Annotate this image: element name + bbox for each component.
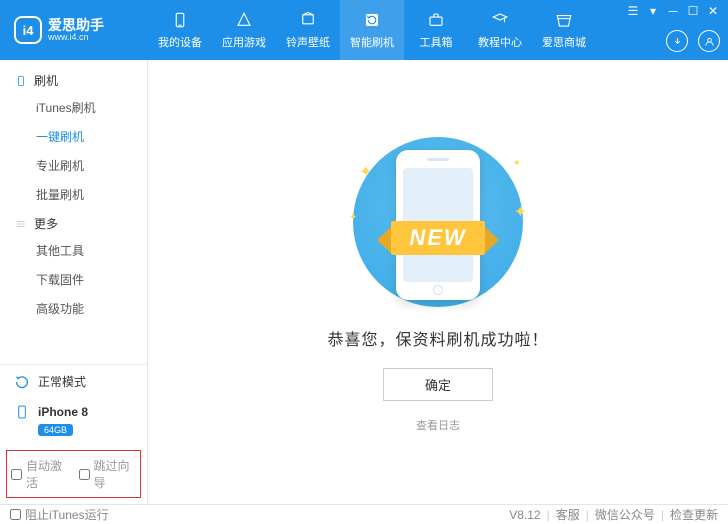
tutorial-icon bbox=[490, 10, 510, 30]
logo[interactable]: i4 爱思助手 www.i4.cn bbox=[0, 16, 148, 44]
sidebar-bottom: 正常模式 iPhone 8 64GB 自动激活 跳过向导 bbox=[0, 364, 147, 504]
sidebar-group-more[interactable]: 更多 bbox=[0, 209, 147, 236]
nav-flash-label: 智能刷机 bbox=[350, 34, 394, 50]
nav-tutorial[interactable]: 教程中心 bbox=[468, 0, 532, 60]
nav-device[interactable]: 我的设备 bbox=[148, 0, 212, 60]
flash-icon bbox=[362, 10, 382, 30]
nav-mall-label: 爱思商城 bbox=[542, 34, 586, 50]
ribbon-text: NEW bbox=[391, 221, 484, 255]
top-nav: 我的设备 应用游戏 铃声壁纸 智能刷机 工具箱 教程中心 爱思商城 bbox=[148, 0, 596, 60]
apps-icon bbox=[234, 10, 254, 30]
nav-flash[interactable]: 智能刷机 bbox=[340, 0, 404, 60]
device-mode-row[interactable]: 正常模式 bbox=[0, 365, 147, 398]
device-row[interactable]: iPhone 8 64GB bbox=[0, 398, 147, 446]
skip-wizard-label: 跳过向导 bbox=[94, 457, 137, 491]
minimize-button[interactable]: ─ bbox=[664, 4, 682, 18]
sparkle-icon: ✦ bbox=[359, 162, 372, 182]
success-message: 恭喜您，保资料刷机成功啦！ bbox=[327, 326, 548, 350]
sidebar-item-advanced[interactable]: 高级功能 bbox=[0, 294, 147, 323]
header-right bbox=[666, 30, 720, 52]
nav-tutorial-label: 教程中心 bbox=[478, 34, 522, 50]
device-name-label: iPhone 8 bbox=[38, 405, 88, 419]
success-illustration: ✦ ✦ ✦ ✦ NEW bbox=[323, 132, 553, 312]
sidebar-group-label: 更多 bbox=[34, 215, 58, 232]
pin-icon[interactable]: ▾ bbox=[644, 4, 662, 18]
footer: 阻止iTunes运行 V8.12 | 客服 | 微信公众号 | 检查更新 bbox=[0, 504, 728, 524]
sidebar-item-batch-flash[interactable]: 批量刷机 bbox=[0, 180, 147, 209]
toolbox-icon bbox=[426, 10, 446, 30]
device-icon bbox=[170, 10, 190, 30]
auto-activate-checkbox[interactable]: 自动激活 bbox=[11, 457, 69, 491]
sidebar-group-flash[interactable]: 刷机 bbox=[0, 66, 147, 93]
phone-icon bbox=[14, 74, 28, 88]
window-controls: ☰ ▾ ─ ☐ ✕ bbox=[624, 4, 722, 18]
sidebar-item-other-tools[interactable]: 其他工具 bbox=[0, 236, 147, 265]
view-log-link[interactable]: 查看日志 bbox=[416, 417, 460, 433]
nav-mall[interactable]: 爱思商城 bbox=[532, 0, 596, 60]
list-icon bbox=[14, 217, 28, 231]
version-label: V8.12 bbox=[509, 508, 540, 522]
maximize-button[interactable]: ☐ bbox=[684, 4, 702, 18]
auto-activate-label: 自动激活 bbox=[26, 457, 69, 491]
nav-toolbox[interactable]: 工具箱 bbox=[404, 0, 468, 60]
support-link[interactable]: 客服 bbox=[556, 506, 580, 523]
device-storage-badge: 64GB bbox=[38, 424, 73, 436]
ringtone-icon bbox=[298, 10, 318, 30]
device-phone-icon bbox=[14, 404, 30, 420]
block-itunes-checkbox[interactable]: 阻止iTunes运行 bbox=[10, 506, 109, 523]
user-button[interactable] bbox=[698, 30, 720, 52]
logo-title: 爱思助手 bbox=[48, 18, 104, 32]
nav-ringtone[interactable]: 铃声壁纸 bbox=[276, 0, 340, 60]
sidebar-item-itunes-flash[interactable]: iTunes刷机 bbox=[0, 93, 147, 122]
nav-device-label: 我的设备 bbox=[158, 34, 202, 50]
refresh-icon bbox=[14, 374, 30, 390]
block-itunes-label: 阻止iTunes运行 bbox=[25, 506, 109, 523]
sparkle-icon: ✦ bbox=[513, 158, 521, 169]
device-mode-label: 正常模式 bbox=[38, 373, 86, 390]
download-button[interactable] bbox=[666, 30, 688, 52]
close-button[interactable]: ✕ bbox=[704, 4, 722, 18]
logo-badge-icon: i4 bbox=[14, 16, 42, 44]
nav-apps-label: 应用游戏 bbox=[222, 34, 266, 50]
sidebar-item-oneclick-flash[interactable]: 一键刷机 bbox=[0, 122, 147, 151]
nav-ringtone-label: 铃声壁纸 bbox=[286, 34, 330, 50]
check-update-link[interactable]: 检查更新 bbox=[670, 506, 718, 523]
main-panel: ✦ ✦ ✦ ✦ NEW 恭喜您，保资料刷机成功啦！ 确定 查看日志 bbox=[148, 60, 728, 504]
header: i4 爱思助手 www.i4.cn 我的设备 应用游戏 铃声壁纸 智能刷机 工具… bbox=[0, 0, 728, 60]
mall-icon bbox=[554, 10, 574, 30]
sidebar: 刷机 iTunes刷机 一键刷机 专业刷机 批量刷机 更多 其他工具 下载固件 … bbox=[0, 60, 148, 504]
new-ribbon: NEW bbox=[353, 218, 523, 258]
settings-icon[interactable]: ☰ bbox=[624, 4, 642, 18]
wechat-link[interactable]: 微信公众号 bbox=[595, 506, 655, 523]
sidebar-group-label: 刷机 bbox=[34, 72, 58, 89]
options-box: 自动激活 跳过向导 bbox=[6, 450, 141, 498]
nav-toolbox-label: 工具箱 bbox=[420, 34, 453, 50]
logo-subtitle: www.i4.cn bbox=[48, 32, 104, 42]
sidebar-item-pro-flash[interactable]: 专业刷机 bbox=[0, 151, 147, 180]
nav-apps[interactable]: 应用游戏 bbox=[212, 0, 276, 60]
skip-wizard-checkbox[interactable]: 跳过向导 bbox=[79, 457, 137, 491]
ok-button[interactable]: 确定 bbox=[383, 368, 493, 401]
sidebar-item-download-firmware[interactable]: 下载固件 bbox=[0, 265, 147, 294]
